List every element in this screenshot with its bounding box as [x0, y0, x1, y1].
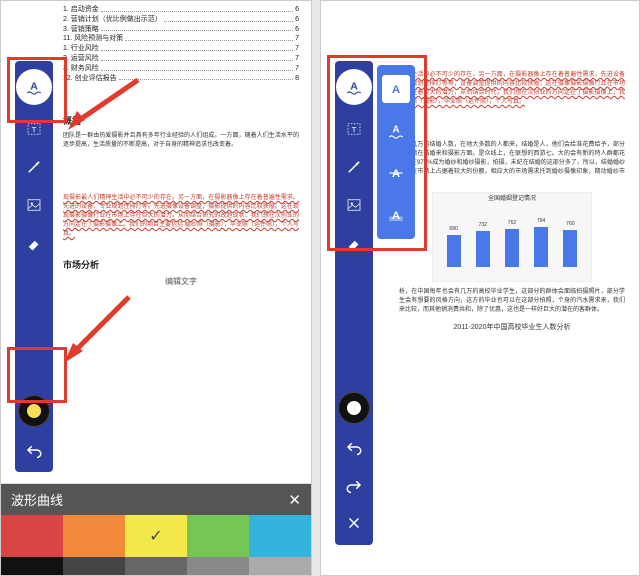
toc-line-4: 11. 风险预测与对策7 [63, 34, 299, 44]
toc-line-3: 3. 营销策略6 [63, 25, 299, 35]
toc-line-1: 1. 启动资金6 [63, 5, 299, 15]
image-icon [345, 196, 363, 214]
para-right-3: 析，在中国每年也会有几万的高校毕业学生，这部分的群体会面临拍摄照片，部分学生会有… [399, 288, 625, 315]
swatch-gray3[interactable] [187, 557, 249, 575]
arrow-tool[interactable] [340, 153, 368, 181]
svg-text:A: A [392, 210, 400, 222]
footer-label: 编辑文字 [63, 276, 299, 287]
color-picker-panel: 波形曲线 ✕ ✓ [1, 483, 311, 575]
para-right-2: 会有几万的结婚人数，在地大多数的人都来，结婚是人，他们会给准花费给予，部分的金额… [399, 141, 625, 186]
undo-icon [25, 441, 43, 459]
toc-line-8: 12. 创业评估报告8 [63, 74, 299, 84]
swatch-blue[interactable] [249, 515, 311, 557]
image-icon [25, 196, 43, 214]
para-highlighted: 现摄影最人们精神生活中必不可少的存在。另一方面，在摄影器像上存在着普遍性需求。先… [63, 194, 299, 239]
style-submenu: A A A A [377, 65, 415, 239]
swatch-yellow[interactable]: ✓ [125, 515, 187, 557]
bar-chart: 全国婚姻登记情况 680 732 762 794 760 [432, 192, 592, 282]
annotation-toolbar: A T [15, 61, 53, 472]
bar-5: 760 [563, 230, 577, 267]
textbox-tool[interactable]: T [20, 115, 48, 143]
swatch-orange[interactable] [63, 515, 125, 557]
toc-line-7: 3. 财务风险7 [63, 64, 299, 74]
svg-text:A: A [392, 168, 400, 180]
swatch-gray2[interactable] [125, 557, 187, 575]
a-wavy-icon: A [345, 78, 363, 96]
swatch-red[interactable] [1, 515, 63, 557]
color-indicator[interactable] [339, 393, 369, 423]
chart-title: 全国婚姻登记情况 [433, 195, 591, 203]
wavy-underline-tool[interactable]: A [336, 69, 372, 105]
section-title-market: 市场分析 [63, 259, 299, 272]
a-strike-icon: A [387, 164, 405, 182]
toc-line-2: 2. 营销计划（优比例做出示范）6 [63, 15, 299, 25]
bar-4: 794 [534, 227, 548, 267]
eraser-icon [25, 234, 43, 252]
textbox-icon: T [345, 120, 363, 138]
redo-button[interactable] [340, 471, 368, 499]
annotation-toolbar-right: A T [335, 61, 373, 545]
bar-1: 680 [447, 235, 461, 267]
eraser-tool[interactable] [20, 229, 48, 257]
picker-title: 波形曲线 [11, 490, 63, 509]
a-wavy-icon: A [25, 78, 43, 96]
wavy-underline-tool[interactable]: A [16, 69, 52, 105]
redo-icon [345, 476, 363, 494]
swatch-row-1: ✓ [1, 515, 311, 557]
textbox-tool[interactable]: T [340, 115, 368, 143]
undo-button[interactable] [340, 433, 368, 461]
a-wavy-icon: A [387, 122, 405, 140]
undo-icon [345, 438, 363, 456]
eraser-icon [345, 234, 363, 252]
bar-3: 762 [505, 229, 519, 267]
arrow-tool[interactable] [20, 153, 48, 181]
svg-text:T: T [32, 125, 37, 134]
svg-text:A: A [392, 84, 400, 96]
swatch-green[interactable] [187, 515, 249, 557]
svg-text:A: A [392, 125, 399, 136]
check-icon: ✓ [149, 526, 162, 546]
para-overview: 团队是一群由热爱摄影并且具有多年行业经验的人们组成。一方面，随着人们生活水平的逐… [63, 132, 299, 150]
swatch-black[interactable] [1, 557, 63, 575]
svg-text:T: T [352, 125, 357, 134]
style-highlight[interactable]: A [382, 201, 410, 229]
swatch-row-2 [1, 557, 311, 575]
undo-button[interactable] [20, 436, 48, 464]
section-title-overview: 概括 [63, 115, 299, 128]
a-highlight-icon: A [387, 206, 405, 224]
para-highlighted-right: 摄影生活中必不可少的存在，另一方面，在摄影器像上存在着普遍性需求，先进设备专业规… [399, 71, 625, 107]
right-screenshot: 摄影生活中必不可少的存在，另一方面，在摄影器像上存在着普遍性需求，先进设备专业规… [320, 0, 640, 576]
bar-2: 732 [476, 231, 490, 267]
toc-line-6: 2. 运营风险7 [63, 54, 299, 64]
close-toolbar-button[interactable] [340, 509, 368, 537]
left-screenshot: 1. 启动资金6 2. 营销计划（优比例做出示范）6 3. 营销策略6 11. … [0, 0, 312, 576]
arrow-icon [25, 158, 43, 176]
swatch-gray1[interactable] [63, 557, 125, 575]
a-plain-icon: A [387, 80, 405, 98]
image-tool[interactable] [20, 191, 48, 219]
eraser-tool[interactable] [340, 229, 368, 257]
picker-close-button[interactable]: ✕ [288, 491, 301, 509]
arrow-icon [345, 158, 363, 176]
close-icon [345, 514, 363, 532]
picker-header: 波形曲线 ✕ [1, 484, 311, 515]
bottom-chart-title: 2011-2020年中国高校毕业生人数分析 [399, 323, 625, 333]
svg-text:A: A [30, 80, 38, 92]
image-tool[interactable] [340, 191, 368, 219]
style-wavy[interactable]: A [382, 117, 410, 145]
swatch-gray4[interactable] [249, 557, 311, 575]
toc-line-5: 1. 行业风险7 [63, 44, 299, 54]
svg-text:A: A [350, 80, 358, 92]
textbox-icon: T [25, 120, 43, 138]
style-plain[interactable]: A [382, 75, 410, 103]
style-strike[interactable]: A [382, 159, 410, 187]
color-indicator[interactable] [19, 396, 49, 426]
